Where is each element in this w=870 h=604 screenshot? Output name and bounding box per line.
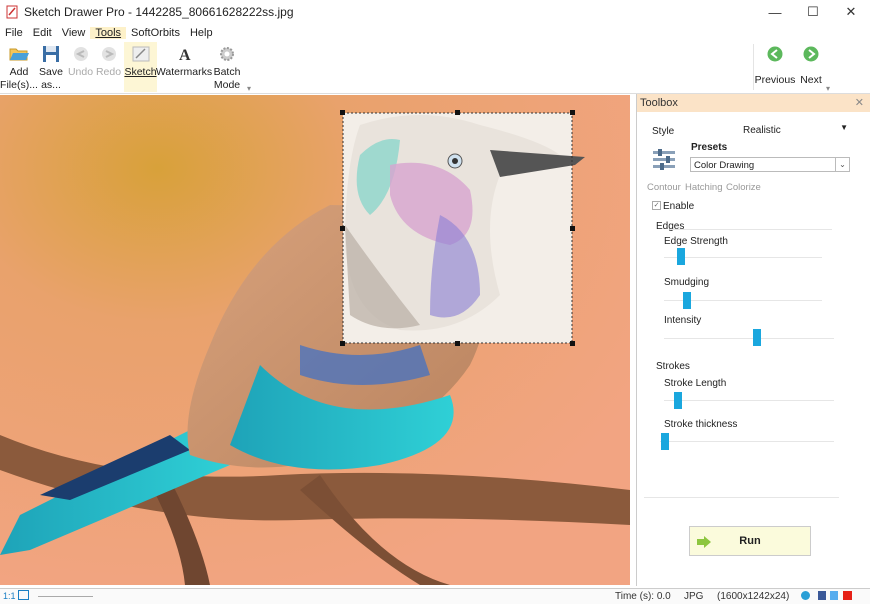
redo-label: Redo bbox=[95, 66, 122, 78]
menu-bar: File Edit View Tools SoftOrbits Help bbox=[0, 24, 218, 42]
run-label: Run bbox=[739, 535, 761, 547]
redo-button[interactable]: Redo bbox=[95, 42, 122, 92]
menu-file[interactable]: File bbox=[0, 27, 28, 39]
ribbon-expand-right-icon[interactable]: ▾ bbox=[826, 84, 830, 93]
minimize-button[interactable]: — bbox=[756, 0, 794, 24]
edges-divider bbox=[670, 229, 832, 230]
close-button[interactable]: ✕ bbox=[832, 0, 870, 24]
fit-window-icon[interactable] bbox=[18, 590, 29, 600]
undo-button[interactable]: Undo bbox=[67, 42, 94, 92]
presets-value: Color Drawing bbox=[694, 160, 755, 171]
arrow-left-icon bbox=[767, 46, 783, 62]
presets-dropdown-arrow-icon: ⌄ bbox=[835, 158, 849, 171]
edges-section-label: Edges bbox=[656, 221, 685, 232]
text-a-icon: A bbox=[179, 47, 191, 64]
app-icon bbox=[6, 5, 18, 19]
stroke-thickness-track[interactable] bbox=[660, 441, 834, 442]
tab-hatching[interactable]: Hatching bbox=[685, 182, 723, 193]
arrow-right-icon bbox=[803, 46, 819, 62]
strokes-section-label: Strokes bbox=[656, 361, 690, 372]
sketch-label: Sketch bbox=[124, 66, 157, 78]
add-files-label: Add File(s)... bbox=[0, 66, 38, 91]
style-label: Style bbox=[652, 126, 675, 137]
ribbon-expand-icon[interactable]: ▾ bbox=[247, 84, 251, 93]
stroke-length-thumb[interactable] bbox=[674, 392, 682, 409]
edge-strength-track[interactable] bbox=[664, 257, 822, 258]
save-as-label: Save as... bbox=[39, 66, 63, 91]
next-label: Next bbox=[800, 74, 822, 86]
intensity-label: Intensity bbox=[664, 315, 702, 326]
run-arrow-icon bbox=[697, 536, 711, 548]
smudging-label: Smudging bbox=[664, 277, 710, 288]
stroke-length-label: Stroke Length bbox=[664, 378, 727, 389]
floppy-disk-icon bbox=[43, 46, 59, 62]
status-bar: 1:1 Time (s): 0.0 JPG (1600x1242x24) bbox=[0, 588, 870, 604]
menu-help[interactable]: Help bbox=[185, 27, 218, 39]
tab-colorize[interactable]: Colorize bbox=[726, 182, 761, 193]
style-value: Realistic bbox=[743, 125, 781, 136]
previous-button[interactable]: Previous bbox=[755, 42, 795, 92]
edge-strength-label: Edge Strength bbox=[664, 236, 728, 247]
menu-tools[interactable]: Tools bbox=[90, 27, 127, 39]
intensity-thumb[interactable] bbox=[753, 329, 761, 346]
status-time: Time (s): 0.0 bbox=[615, 591, 671, 602]
watermarks-label: Watermarks bbox=[155, 66, 213, 78]
smudging-thumb[interactable] bbox=[683, 292, 691, 309]
presets-label: Presets bbox=[691, 142, 728, 153]
previous-label: Previous bbox=[754, 74, 796, 86]
ribbon-toolbar: Add File(s)... Save as... Undo Redo Sket… bbox=[0, 42, 870, 94]
youtube-icon[interactable] bbox=[843, 591, 852, 600]
menu-softorbits[interactable]: SoftOrbits bbox=[126, 27, 185, 39]
enable-label: Enable bbox=[663, 201, 695, 212]
gear-icon bbox=[220, 47, 234, 61]
image-canvas[interactable] bbox=[0, 95, 630, 585]
title-bar: Sketch Drawer Pro - 1442285_80661628222s… bbox=[0, 0, 870, 24]
status-format: JPG bbox=[684, 591, 704, 602]
tab-contour[interactable]: Contour bbox=[647, 182, 681, 193]
toolbox-divider bbox=[644, 497, 839, 498]
presets-dropdown[interactable]: Color Drawing ⌄ bbox=[690, 157, 850, 172]
window-title: Sketch Drawer Pro - 1442285_80661628222s… bbox=[24, 5, 294, 19]
facebook-icon[interactable] bbox=[818, 591, 826, 600]
add-files-button[interactable]: Add File(s)... bbox=[0, 42, 38, 92]
sketch-icon bbox=[132, 46, 149, 62]
folder-open-icon bbox=[9, 48, 29, 61]
menu-view[interactable]: View bbox=[57, 27, 91, 39]
style-dropdown-arrow-icon: ▼ bbox=[840, 123, 848, 132]
save-as-button[interactable]: Save as... bbox=[38, 42, 64, 92]
toolbox-close-icon[interactable]: ✕ bbox=[855, 96, 864, 109]
presets-sliders-icon bbox=[653, 149, 675, 170]
svg-text:A: A bbox=[179, 47, 191, 64]
stroke-thickness-thumb[interactable] bbox=[661, 433, 669, 450]
undo-icon bbox=[73, 47, 88, 61]
edge-strength-thumb[interactable] bbox=[677, 248, 685, 265]
zoom-one-to-one-icon[interactable]: 1:1 bbox=[3, 591, 16, 601]
sketch-button[interactable]: Sketch bbox=[124, 42, 157, 92]
bird-photo bbox=[0, 95, 630, 585]
undo-label: Undo bbox=[67, 66, 94, 78]
stroke-length-track[interactable] bbox=[664, 400, 834, 401]
next-button[interactable]: Next bbox=[797, 42, 825, 92]
batch-mode-button[interactable]: Batch Mode bbox=[212, 42, 242, 92]
toolbox-title: Toolbox bbox=[640, 97, 678, 109]
info-icon[interactable] bbox=[801, 591, 810, 600]
status-dimensions: (1600x1242x24) bbox=[717, 591, 790, 602]
stroke-thickness-label: Stroke thickness bbox=[664, 419, 738, 430]
redo-icon bbox=[101, 47, 116, 61]
enable-checkbox[interactable]: ✓ bbox=[652, 201, 661, 210]
intensity-track[interactable] bbox=[664, 338, 834, 339]
run-button[interactable]: Run bbox=[689, 526, 811, 556]
twitter-icon[interactable] bbox=[830, 591, 838, 600]
zoom-slider[interactable] bbox=[38, 596, 93, 597]
watermarks-button[interactable]: A Watermarks bbox=[155, 42, 213, 92]
toolbox-header: Toolbox ✕ bbox=[637, 94, 870, 112]
style-dropdown[interactable]: Realistic ▼ bbox=[690, 122, 850, 138]
maximize-button[interactable]: ☐ bbox=[794, 0, 832, 24]
batch-mode-label: Batch Mode bbox=[213, 66, 241, 91]
menu-edit[interactable]: Edit bbox=[28, 27, 57, 39]
